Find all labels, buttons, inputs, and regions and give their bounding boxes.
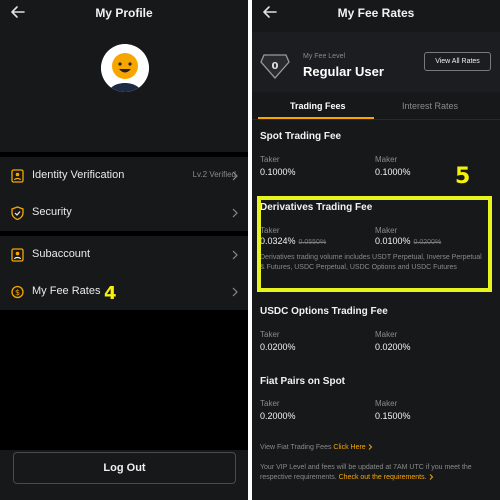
taker-label: Taker — [260, 155, 280, 164]
section-title: Spot Trading Fee — [260, 131, 342, 142]
menu-security[interactable]: Security — [0, 195, 248, 231]
step-marker-5: 5 — [455, 164, 471, 189]
id-badge-icon — [11, 169, 24, 183]
section-title: USDC Options Trading Fee — [260, 306, 388, 317]
maker-value: 0.1000% — [375, 167, 411, 177]
fee-level-label: My Fee Level — [303, 53, 346, 60]
verification-status: Lv.2 Verified — [192, 170, 236, 179]
subaccount-icon — [11, 248, 24, 262]
taker-value: 0.2000% — [260, 411, 296, 421]
tab-bar: Trading Fees Interest Rates — [252, 97, 500, 120]
divider — [0, 152, 248, 157]
maker-label: Maker — [375, 155, 398, 164]
fiat-fees-link[interactable]: Click Here — [333, 444, 372, 451]
fee-level-card: 0 My Fee Level Regular User View All Rat… — [252, 32, 500, 92]
svg-text:0: 0 — [272, 61, 279, 72]
chevron-right-icon — [232, 287, 238, 297]
menu-label: Security — [32, 206, 72, 218]
requirements-link-text: Check out the requirements. — [338, 474, 427, 481]
active-tab-indicator — [258, 117, 374, 119]
fee-level-value: Regular User — [303, 64, 384, 79]
taker-value: 0.1000% — [260, 167, 296, 177]
avatar-face-icon — [101, 44, 149, 92]
fiat-fees-line: View Fiat Trading Fees Click Here — [260, 443, 486, 453]
menu-label: Subaccount — [32, 248, 91, 260]
chevron-right-icon — [429, 474, 433, 481]
menu-my-fee-rates[interactable]: $ My Fee Rates — [0, 274, 248, 310]
shield-icon — [11, 206, 24, 220]
profile-header: My Profile — [0, 0, 248, 26]
fiat-fees-prefix: View Fiat Trading Fees — [260, 444, 332, 451]
section-title: Fiat Pairs on Spot — [260, 376, 346, 387]
page-title: My Fee Rates — [337, 6, 415, 20]
tab-interest-rates[interactable]: Interest Rates — [402, 101, 458, 111]
highlight-box — [257, 196, 492, 292]
menu-label: My Fee Rates — [32, 285, 101, 297]
taker-label: Taker — [260, 330, 280, 339]
page-title: My Profile — [95, 6, 153, 20]
fee-rates-header: My Fee Rates — [252, 0, 500, 26]
chevron-right-icon — [232, 250, 238, 260]
menu-identity-verification[interactable]: Identity Verification Lv.2 Verified — [0, 158, 248, 194]
fiat-fees-link-text: Click Here — [333, 444, 366, 451]
svg-text:$: $ — [15, 288, 20, 297]
chevron-right-icon — [232, 208, 238, 218]
maker-label: Maker — [375, 330, 398, 339]
menu-label: Identity Verification — [32, 169, 125, 181]
maker-value: 0.1500% — [375, 411, 411, 421]
profile-screen: My Profile Identity Verification Lv.2 Ve… — [0, 0, 248, 500]
requirements-link[interactable]: Check out the requirements. — [339, 474, 434, 481]
taker-value: 0.0200% — [260, 342, 296, 352]
view-all-rates-button[interactable]: View All Rates — [424, 52, 491, 71]
empty-area — [0, 310, 248, 450]
menu-subaccount[interactable]: Subaccount — [0, 237, 248, 273]
logout-button[interactable]: Log Out — [13, 452, 236, 484]
diamond-level-icon: 0 — [260, 54, 290, 79]
dollar-coin-icon: $ — [11, 285, 24, 299]
chevron-right-icon — [232, 171, 238, 181]
chevron-right-icon — [368, 444, 372, 451]
tab-trading-fees[interactable]: Trading Fees — [290, 101, 346, 111]
footer-note: Your VIP Level and fees will be updated … — [260, 463, 486, 483]
taker-label: Taker — [260, 399, 280, 408]
divider — [0, 231, 248, 236]
maker-label: Maker — [375, 399, 398, 408]
step-marker-4: 4 — [104, 283, 117, 304]
avatar[interactable] — [101, 44, 149, 92]
maker-value: 0.0200% — [375, 342, 411, 352]
